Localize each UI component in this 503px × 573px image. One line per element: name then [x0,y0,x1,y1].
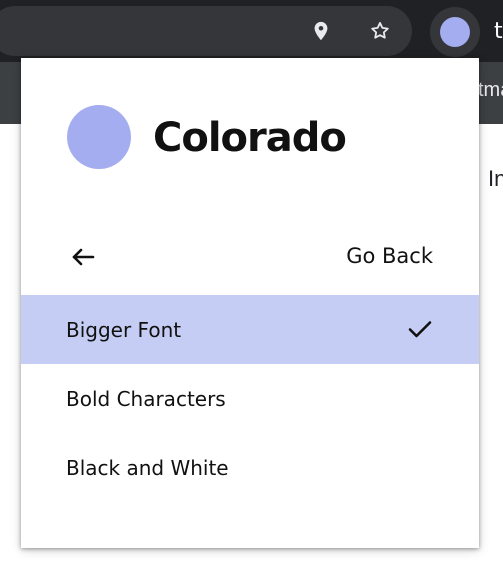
browser-toolbar: t [0,0,503,62]
extension-button[interactable] [430,7,480,57]
brand-title: Colorado [153,115,347,161]
option-bigger-font[interactable]: Bigger Font [21,295,479,364]
arrow-left-icon [72,248,95,266]
colorado-logo-circle [67,105,131,169]
option-black-and-white[interactable]: Black and White [21,433,479,502]
accessibility-popup: Colorado Go Back Bigger Font Bold Charac… [21,58,479,548]
star-icon[interactable] [369,20,391,42]
browser-viewport: t tma In Colorado Go Back Bigger Font Bo [0,0,503,573]
option-label: Bold Characters [66,387,226,411]
toolbar-edge-fragment: t [494,19,503,44]
location-pin-icon[interactable] [310,20,332,42]
page-text-fragment: In [488,166,503,191]
display-options-list: Bigger Font Bold Characters Black and Wh… [21,295,479,502]
extension-avatar-icon [440,17,470,47]
option-bold-characters[interactable]: Bold Characters [21,364,479,433]
option-label: Bigger Font [66,318,182,342]
address-bar[interactable] [0,6,412,56]
go-back-button[interactable]: Go Back [21,226,479,286]
popup-header: Colorado [21,58,479,218]
go-back-label: Go Back [346,244,433,268]
tab-strip-fragment: tma [478,79,503,101]
check-icon [408,321,432,338]
option-label: Black and White [66,456,229,480]
